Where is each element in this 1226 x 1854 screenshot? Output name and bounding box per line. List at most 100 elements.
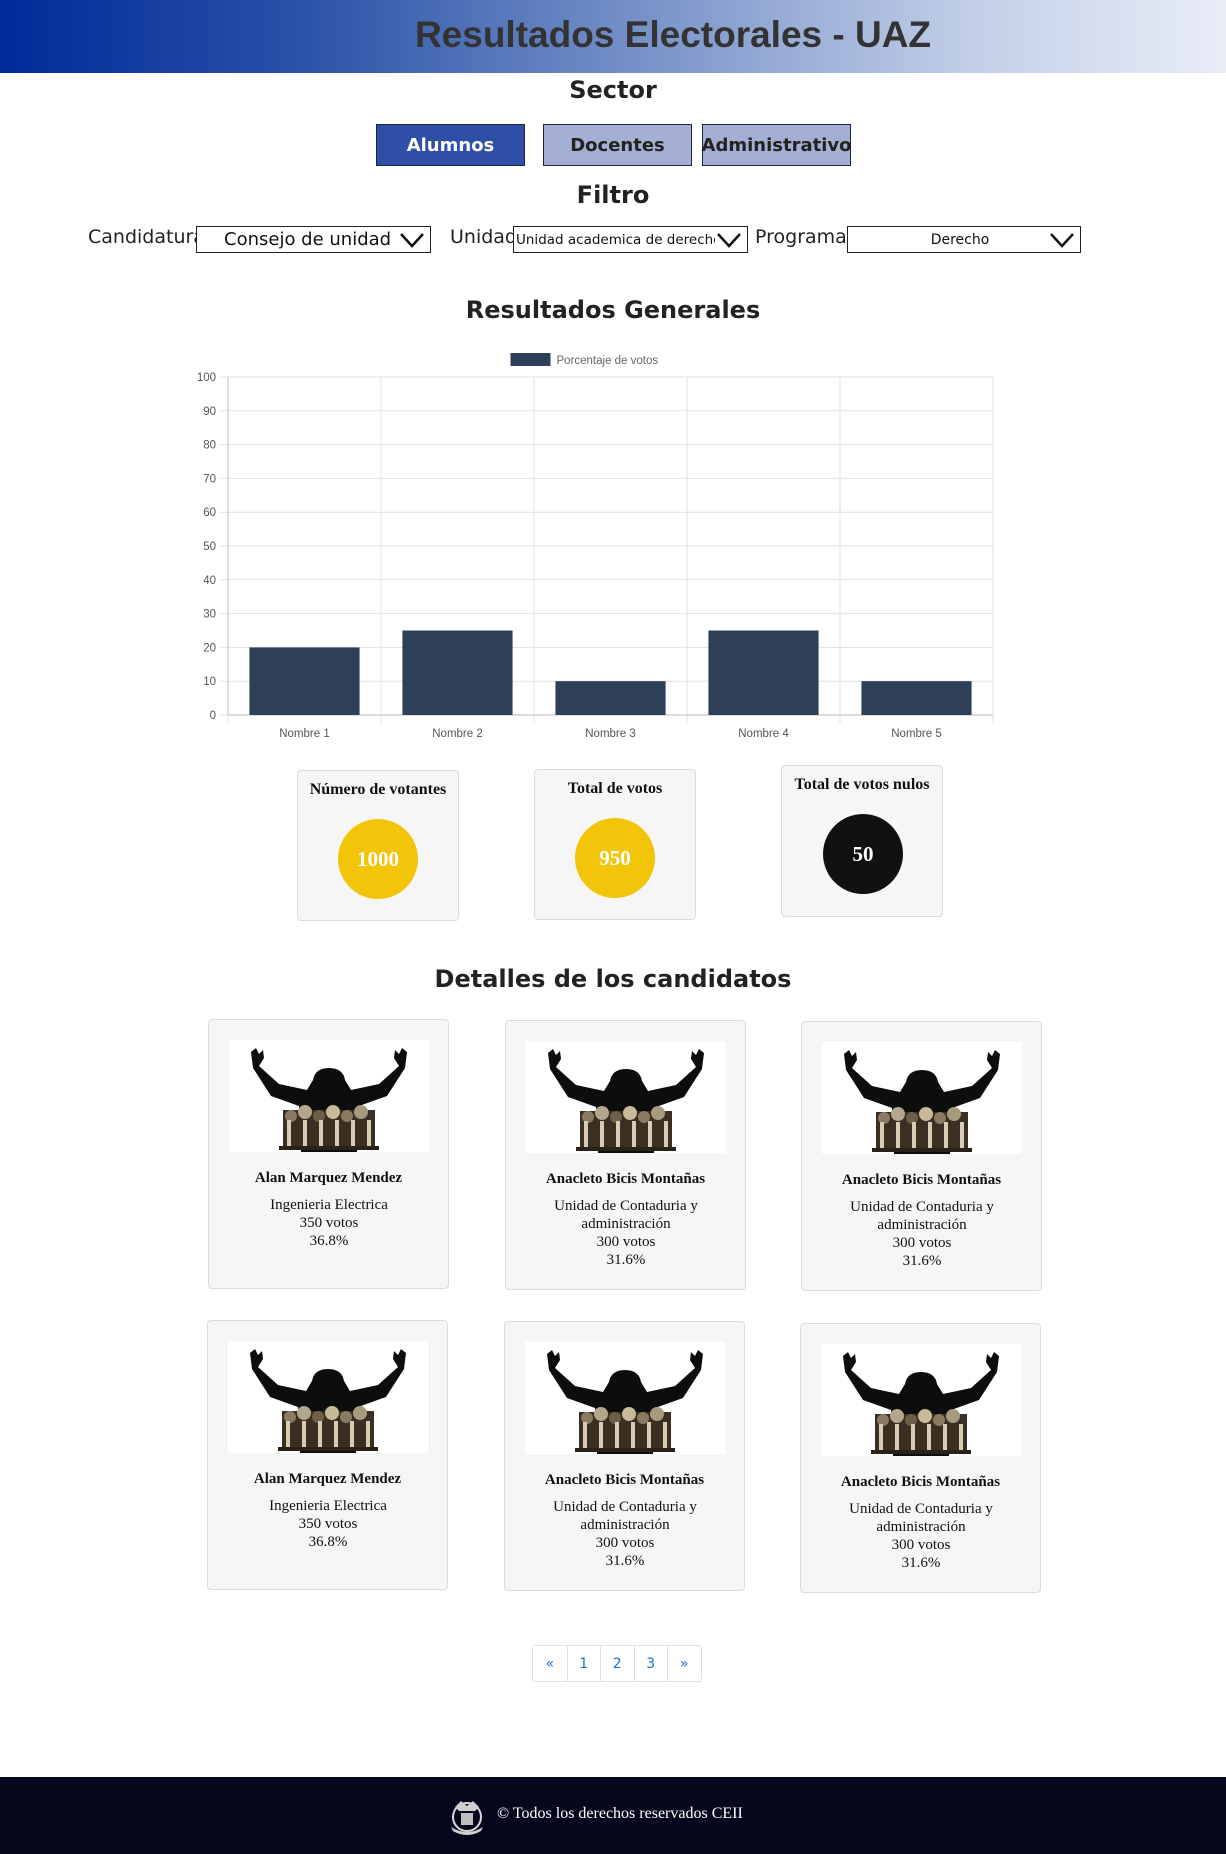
y-tick-label: 90 [203, 406, 216, 418]
candidate-name: Alan Marquez Mendez [253, 1471, 402, 1487]
pagination: « 1 2 3 » [532, 1645, 702, 1682]
candidate-info: Unidad de Contaduria y administración 300… [821, 1500, 1021, 1572]
legend-label: Porcentaje de votos [557, 355, 659, 367]
sector-button-docentes[interactable]: Docentes [543, 124, 692, 166]
candidate-info: Unidad de Contaduria y administración 300… [526, 1197, 726, 1269]
y-tick-label: 0 [210, 710, 216, 722]
x-tick-label: Nombre 2 [432, 728, 483, 740]
candidate-silhouette-icon [547, 1350, 703, 1454]
unidad-value: Unidad academica de derecho [516, 231, 715, 248]
footer: © Todos los derechos reservados CEII [0, 1777, 1226, 1854]
candidate-silhouette-icon [548, 1049, 704, 1153]
candidatura-label: Candidatura: [88, 226, 212, 248]
candidate-votes: 300 votos [892, 1235, 952, 1251]
pagination-page-1[interactable]: 1 [566, 1646, 601, 1681]
y-tick-label: 70 [203, 473, 216, 485]
footer-copyright: © Todos los derechos reservados CEII [497, 1805, 743, 1822]
programa-select[interactable]: Derecho [847, 226, 1081, 253]
results-chart: 0 10 20 30 40 50 60 70 80 90 100 Nombre 1 Nombre 2 No… [180, 345, 1010, 745]
sector-button-alumnos[interactable]: Alumnos [376, 124, 525, 166]
candidate-photo [228, 1341, 428, 1453]
candidate-percent: 31.6% [901, 1555, 941, 1571]
candidate-percent: 36.8% [309, 1233, 349, 1249]
candidate-votes: 300 votos [891, 1537, 951, 1553]
candidate-percent: 36.8% [308, 1534, 348, 1550]
candidate-votes: 300 votos [596, 1234, 656, 1250]
legend-swatch [510, 353, 551, 366]
y-tick-label: 100 [197, 372, 216, 384]
bar-4 [708, 630, 819, 715]
pagination-prev[interactable]: « [533, 1646, 567, 1681]
candidate-name: Alan Marquez Mendez [254, 1170, 403, 1186]
voters-value: 1000 [338, 819, 418, 899]
university-seal-icon [451, 1801, 483, 1835]
filter-title: Filtro [576, 181, 650, 209]
x-tick-label: Nombre 4 [738, 728, 789, 740]
y-tick-label: 10 [203, 676, 216, 688]
candidate-program: Unidad de Contaduria y administración [850, 1199, 994, 1233]
votes-title: Total de votos [567, 780, 663, 797]
candidate-program: Ingenieria Electrica [270, 1197, 388, 1213]
candidate-program: Ingenieria Electrica [269, 1498, 387, 1514]
sector-button-administrativo[interactable]: Administrativo [702, 124, 851, 166]
candidate-silhouette-icon [844, 1050, 1000, 1154]
y-tick-label: 20 [203, 642, 216, 654]
y-tick-label: 50 [203, 541, 216, 553]
x-tick-label: Nombre 1 [279, 728, 330, 740]
candidate-name: Anacleto Bicis Montañas [841, 1172, 1002, 1188]
candidate-info: Unidad de Contaduria y administración 300… [525, 1498, 725, 1570]
bar-3 [555, 681, 666, 715]
y-tick-label: 30 [203, 609, 216, 621]
header-bar: Resultados Electorales - UAZ [0, 0, 1226, 73]
y-tick-label: 80 [203, 440, 216, 452]
results-title: Resultados Generales [465, 296, 761, 324]
candidate-photo [525, 1342, 725, 1454]
chevron-down-icon [717, 232, 741, 248]
sector-title: Sector [569, 76, 657, 104]
candidate-program: Unidad de Contaduria y administración [849, 1501, 993, 1535]
candidate-photo [526, 1041, 726, 1153]
candidate-photo [822, 1042, 1022, 1154]
candidates-title: Detalles de los candidatos [434, 965, 792, 993]
candidate-name: Anacleto Bicis Montañas [545, 1171, 706, 1187]
null-votes-title: Total de votos nulos [794, 776, 930, 793]
null-votes-value: 50 [823, 814, 903, 894]
null-votes-card: Total de votos nulos 50 [781, 765, 943, 917]
x-tick-label: Nombre 3 [585, 728, 636, 740]
candidate-card: Alan Marquez Mendez Ingenieria Electrica 3… [207, 1320, 448, 1590]
programa-label: Programa: [755, 226, 854, 248]
candidatura-value: Consejo de unidad [224, 229, 392, 250]
candidate-card: Anacleto Bicis Montañas Unidad de Contadu… [505, 1020, 746, 1290]
candidate-info: Ingenieria Electrica 350 votos 36.8% [229, 1196, 429, 1250]
candidate-name: Anacleto Bicis Montañas [544, 1472, 705, 1488]
pagination-page-2[interactable]: 2 [600, 1646, 634, 1681]
candidate-card: Anacleto Bicis Montañas Unidad de Contadu… [801, 1021, 1042, 1291]
candidate-silhouette-icon [843, 1352, 999, 1456]
chevron-down-icon [400, 232, 424, 248]
candidate-program: Unidad de Contaduria y administración [554, 1198, 698, 1232]
votes-card: Total de votos 950 [534, 769, 696, 920]
programa-value: Derecho [930, 231, 990, 248]
bar-chart-svg: 0 10 20 30 40 50 60 70 80 90 100 Nombre 1 Nombre 2 No… [197, 353, 994, 740]
candidate-silhouette-icon [250, 1349, 406, 1453]
bar-5 [861, 681, 972, 715]
voters-card: Número de votantes 1000 [297, 770, 459, 921]
candidate-votes: 350 votos [298, 1516, 358, 1532]
pagination-page-3[interactable]: 3 [633, 1646, 668, 1681]
chevron-down-icon [1050, 232, 1074, 248]
voters-title: Número de votantes [309, 781, 447, 798]
votes-value: 950 [575, 818, 655, 898]
candidate-card: Anacleto Bicis Montañas Unidad de Contadu… [800, 1323, 1041, 1593]
candidatura-select[interactable]: Consejo de unidad [196, 226, 431, 253]
bar-2 [402, 630, 513, 715]
candidate-card: Anacleto Bicis Montañas Unidad de Contadu… [504, 1321, 745, 1591]
candidate-photo [821, 1344, 1021, 1456]
unidad-select[interactable]: Unidad academica de derecho [513, 226, 748, 253]
candidate-info: Unidad de Contaduria y administración 300… [822, 1198, 1022, 1270]
pagination-next[interactable]: » [667, 1646, 701, 1681]
candidate-percent: 31.6% [902, 1253, 942, 1269]
candidate-percent: 31.6% [606, 1252, 646, 1268]
candidate-percent: 31.6% [605, 1553, 645, 1569]
bar-1 [249, 647, 360, 715]
page-title: Resultados Electorales - UAZ [414, 14, 932, 55]
